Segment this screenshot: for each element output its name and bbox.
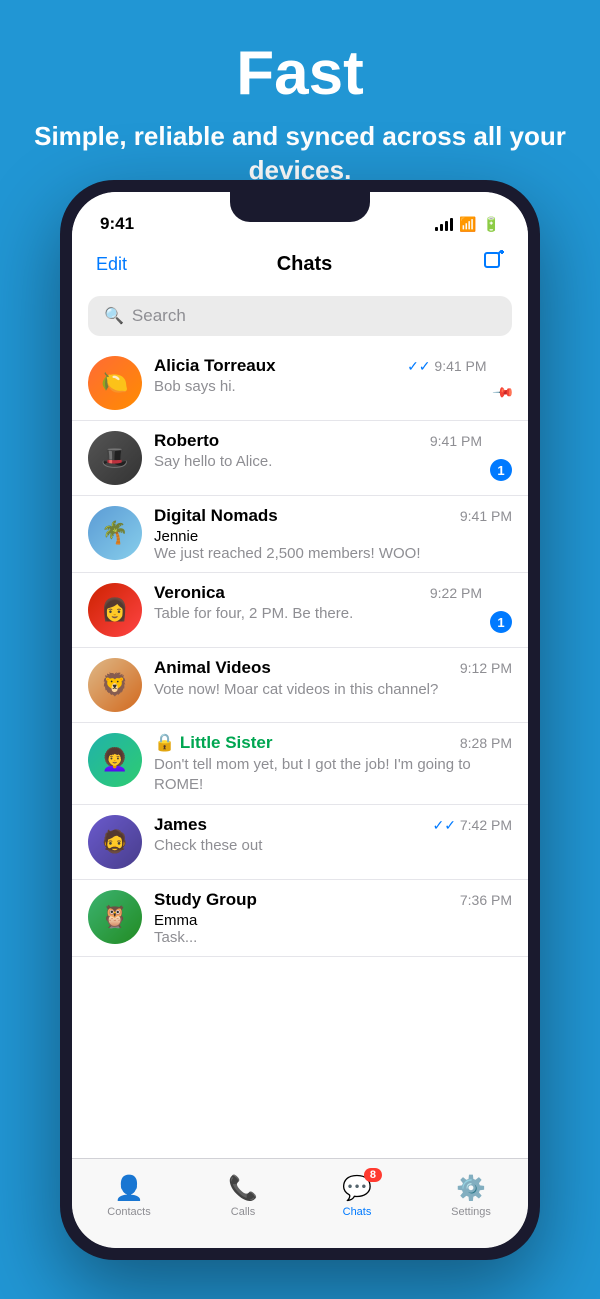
avatar-digital: 🌴 [88, 506, 142, 560]
phone-notch [230, 192, 370, 222]
chat-preview-animal: Vote now! Moar cat videos in this channe… [154, 680, 512, 700]
avatar-roberto: 🎩 [88, 431, 142, 485]
chat-item-digital[interactable]: 🌴 Digital Nomads 9:41 PM Jennie We just … [72, 496, 528, 573]
lock-icon-sister: 🔒 [154, 733, 180, 752]
chat-content-roberto: Roberto 9:41 PM Say hello to Alice. [154, 431, 482, 470]
chat-time-animal: 9:12 PM [460, 660, 512, 676]
contacts-icon: 👤 [114, 1174, 144, 1203]
search-bar[interactable]: 🔍 Search [88, 296, 512, 336]
chat-preview-digital: Jennie We just reached 2,500 members! WO… [154, 528, 512, 562]
tab-contacts[interactable]: 👤 Contacts [72, 1174, 186, 1218]
chat-content-veronica: Veronica 9:22 PM Table for four, 2 PM. B… [154, 583, 482, 622]
chat-content-animal: Animal Videos 9:12 PM Vote now! Moar cat… [154, 658, 512, 700]
edit-button[interactable]: Edit [96, 254, 127, 275]
tab-settings[interactable]: ⚙️ Settings [414, 1174, 528, 1218]
chat-name-veronica: Veronica [154, 583, 225, 603]
chat-item-sister[interactable]: 👩‍🦱 🔒 Little Sister 8:28 PM Don't tell m… [72, 723, 528, 805]
calls-icon: 📞 [228, 1174, 258, 1203]
tab-calls[interactable]: 📞 Calls [186, 1174, 300, 1218]
chat-meta-roberto: 1 [490, 431, 512, 481]
chat-preview-study: Emma Task... [154, 912, 512, 946]
unread-badge-roberto: 1 [490, 459, 512, 481]
chats-tab-wrapper: 💬 8 [342, 1174, 372, 1203]
chat-item-roberto[interactable]: 🎩 Roberto 9:41 PM Say hello to Alice. 1 [72, 421, 528, 496]
wifi-icon: 📶 [459, 216, 476, 233]
signal-bar-4 [450, 218, 453, 231]
chat-time-sister: 8:28 PM [460, 735, 512, 751]
chat-list: 🍋 Alicia Torreaux ✓✓ 9:41 PM Bob says hi… [72, 346, 528, 1212]
chat-item-alicia[interactable]: 🍋 Alicia Torreaux ✓✓ 9:41 PM Bob says hi… [72, 346, 528, 421]
hero-subtitle: Simple, reliable and synced across all y… [20, 120, 580, 188]
status-icons: 📶 🔋 [435, 216, 500, 233]
signal-icon [435, 217, 453, 231]
signal-bar-3 [445, 221, 448, 231]
search-icon: 🔍 [104, 306, 124, 326]
tab-chats[interactable]: 💬 8 Chats [300, 1174, 414, 1218]
chats-unread-badge: 8 [364, 1168, 382, 1182]
chat-preview-alicia: Bob says hi. [154, 378, 434, 395]
chat-meta-veronica: 1 [490, 583, 512, 633]
chat-time-alicia: ✓✓ 9:41 PM [407, 358, 487, 375]
avatar-james: 🧔 [88, 815, 142, 869]
chat-time-roberto: 9:41 PM [430, 433, 482, 449]
chat-preview-sister: Don't tell mom yet, but I got the job! I… [154, 755, 512, 794]
hero-title: Fast [20, 40, 580, 108]
tab-calls-label: Calls [231, 1206, 255, 1218]
chat-time-digital: 9:41 PM [460, 508, 512, 524]
avatar-sister: 👩‍🦱 [88, 733, 142, 787]
tab-settings-label: Settings [451, 1206, 491, 1218]
unread-badge-veronica: 1 [490, 611, 512, 633]
nav-title: Chats [277, 253, 333, 276]
pin-icon-alicia: 📌 [491, 380, 515, 404]
tab-contacts-label: Contacts [107, 1206, 150, 1218]
signal-bar-2 [440, 224, 443, 231]
search-placeholder: Search [132, 306, 186, 326]
hero-section: Fast Simple, reliable and synced across … [0, 0, 600, 208]
avatar-veronica: 👩 [88, 583, 142, 637]
nav-bar: Edit Chats [72, 242, 528, 288]
avatar-alicia: 🍋 [88, 356, 142, 410]
status-time: 9:41 [100, 214, 134, 234]
chat-content-study: Study Group 7:36 PM Emma Task... [154, 890, 512, 946]
chat-name-james: James [154, 815, 207, 835]
chat-item-veronica[interactable]: 👩 Veronica 9:22 PM Table for four, 2 PM.… [72, 573, 528, 648]
battery-icon: 🔋 [483, 216, 500, 233]
chat-name-animal: Animal Videos [154, 658, 271, 678]
chat-preview-veronica: Table for four, 2 PM. Be there. [154, 605, 434, 622]
tab-chats-label: Chats [343, 1206, 372, 1218]
signal-bar-1 [435, 227, 438, 231]
chat-name-roberto: Roberto [154, 431, 219, 451]
chat-content-alicia: Alicia Torreaux ✓✓ 9:41 PM Bob says hi. [154, 356, 487, 395]
compose-button[interactable] [482, 250, 504, 278]
chat-content-sister: 🔒 Little Sister 8:28 PM Don't tell mom y… [154, 733, 512, 794]
chat-name-alicia: Alicia Torreaux [154, 356, 276, 376]
phone-frame: 9:41 📶 🔋 Edit Chats [60, 180, 540, 1260]
chat-name-sister: 🔒 Little Sister [154, 733, 272, 753]
phone-screen: 9:41 📶 🔋 Edit Chats [72, 192, 528, 1248]
chat-time-james: ✓✓ 7:42 PM [433, 817, 513, 834]
chat-name-study: Study Group [154, 890, 257, 910]
avatar-study: 🦉 [88, 890, 142, 944]
tab-bar: 👤 Contacts 📞 Calls 💬 8 Chats ⚙️ Settings [72, 1158, 528, 1248]
chat-content-digital: Digital Nomads 9:41 PM Jennie We just re… [154, 506, 512, 562]
chat-preview-roberto: Say hello to Alice. [154, 453, 434, 470]
chat-time-veronica: 9:22 PM [430, 585, 482, 601]
chat-content-james: James ✓✓ 7:42 PM Check these out [154, 815, 512, 854]
chat-time-study: 7:36 PM [460, 892, 512, 908]
chat-item-james[interactable]: 🧔 James ✓✓ 7:42 PM Check these out [72, 805, 528, 880]
chat-item-animal[interactable]: 🦁 Animal Videos 9:12 PM Vote now! Moar c… [72, 648, 528, 723]
chat-item-study[interactable]: 🦉 Study Group 7:36 PM Emma Task... [72, 880, 528, 957]
settings-icon: ⚙️ [456, 1174, 486, 1203]
avatar-animal: 🦁 [88, 658, 142, 712]
chat-preview-james: Check these out [154, 837, 434, 854]
chat-meta-alicia: 📌 [495, 356, 512, 401]
chat-name-digital: Digital Nomads [154, 506, 278, 526]
